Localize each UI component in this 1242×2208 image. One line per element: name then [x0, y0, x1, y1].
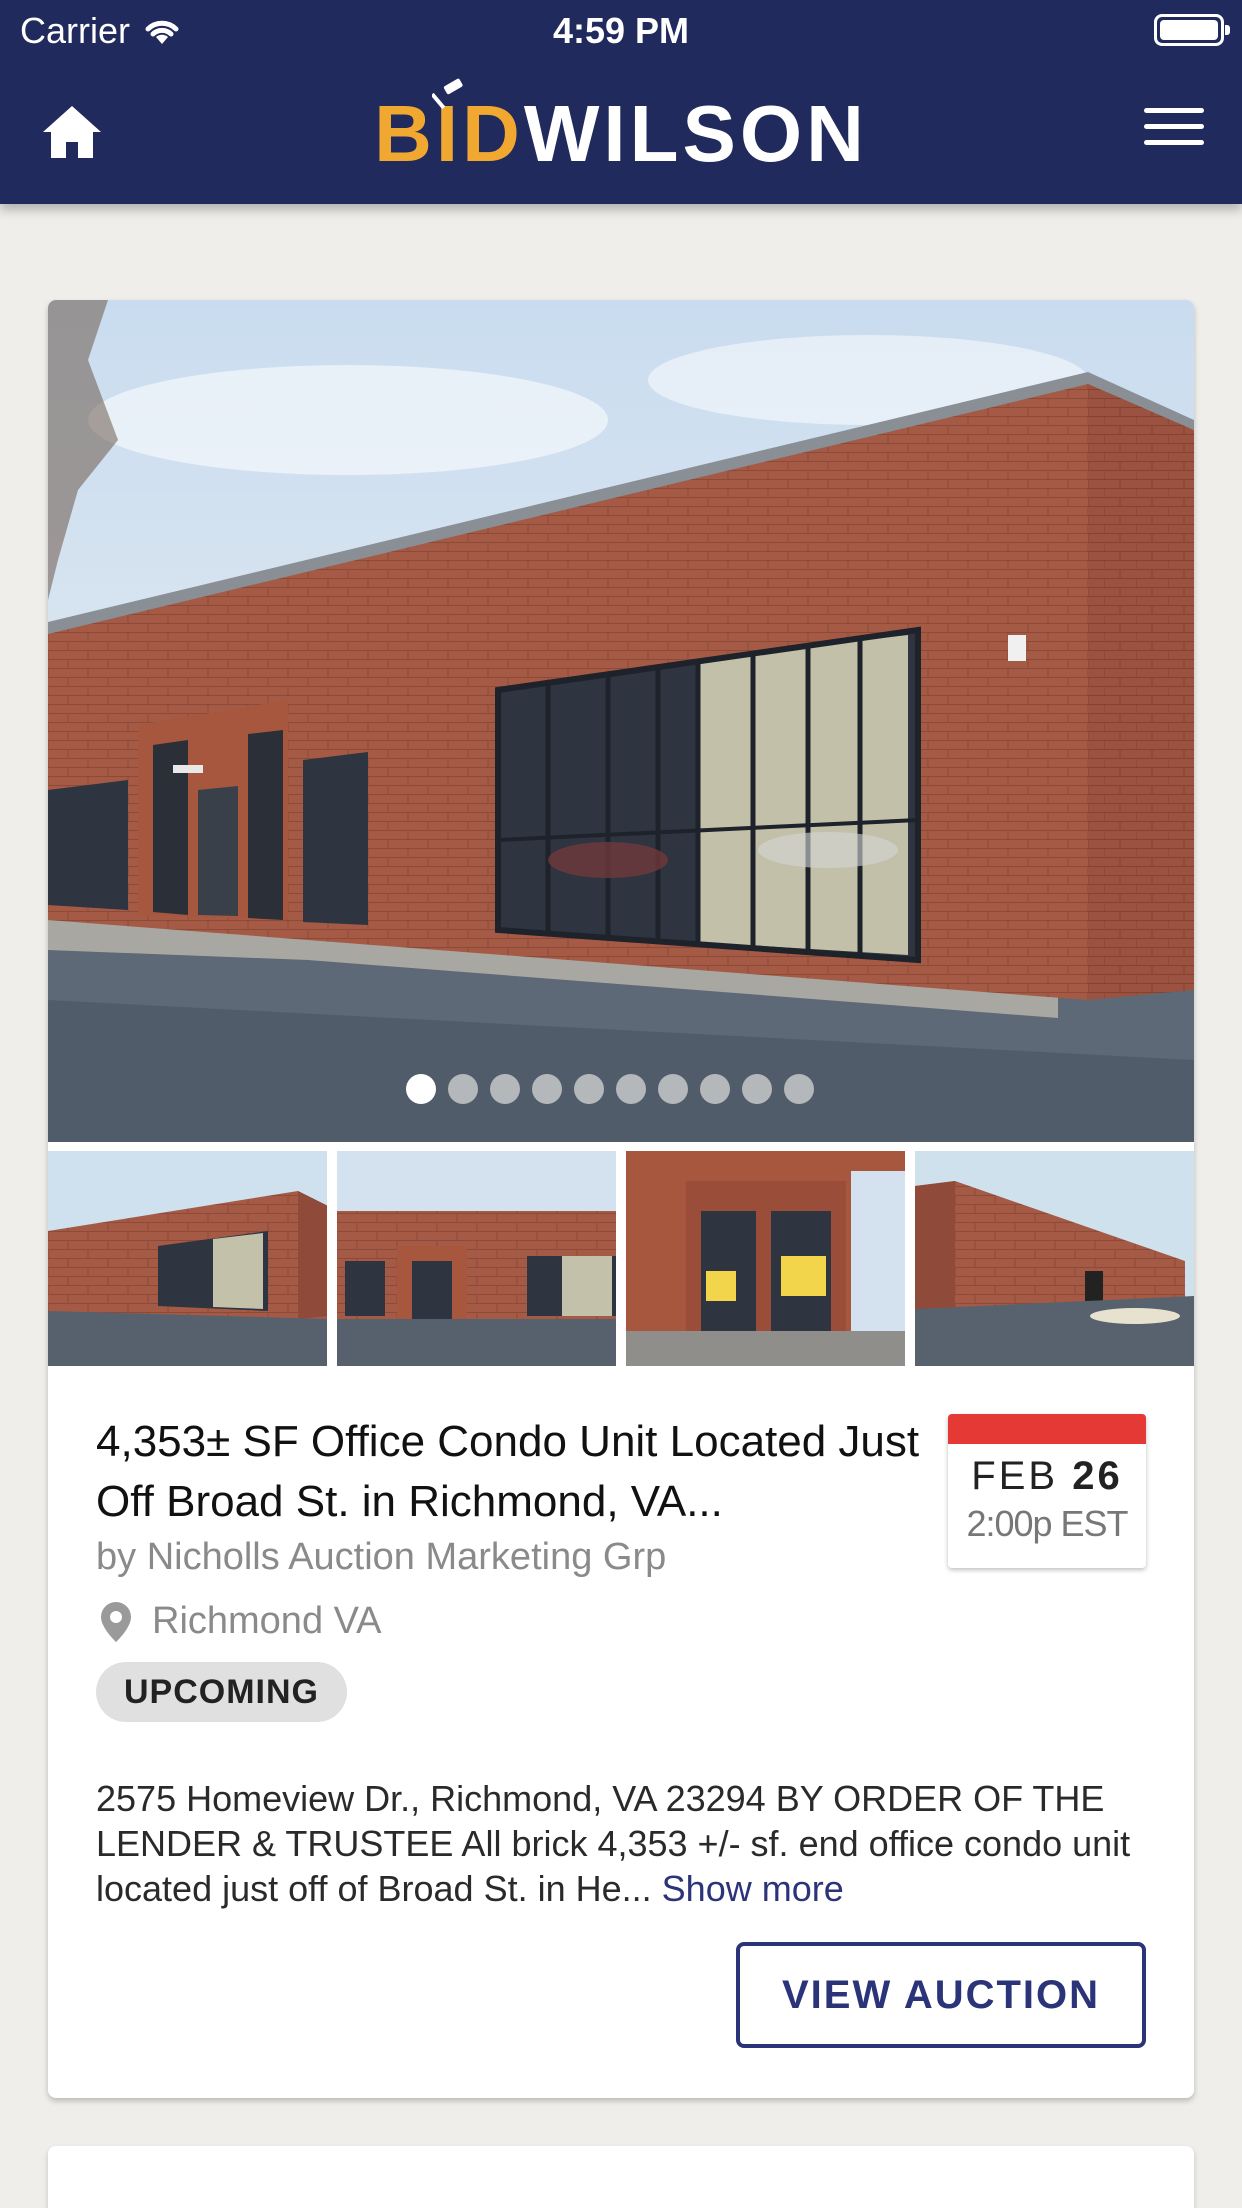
- status-time: 4:59 PM: [552, 10, 690, 51]
- carousel-dot[interactable]: [700, 1074, 730, 1104]
- gavel-icon: [432, 78, 463, 110]
- next-auction-card[interactable]: [48, 2146, 1194, 2208]
- thumbnail-3[interactable]: [626, 1151, 905, 1366]
- listing-description: 2575 Homeview Dr., Richmond, VA 23294 BY…: [96, 1776, 1156, 1911]
- date-time: 2:00p EST: [966, 1503, 1128, 1544]
- carousel-dot[interactable]: [532, 1074, 562, 1104]
- carousel-dot[interactable]: [742, 1074, 772, 1104]
- hamburger-menu-icon: [1144, 108, 1204, 113]
- menu-button[interactable]: [1144, 108, 1204, 156]
- thumbnail-2[interactable]: [337, 1151, 616, 1366]
- thumbnail-strip: [48, 1151, 1194, 1366]
- carousel-dot[interactable]: [658, 1074, 688, 1104]
- auction-card: 4,353± SF Office Condo Unit Located Just…: [48, 300, 1194, 2098]
- description-text: 2575 Homeview Dr., Richmond, VA 23294 BY…: [96, 1778, 1131, 1909]
- listing-location: Richmond VA: [96, 1600, 382, 1643]
- logo-wilson-text: WILSON: [523, 89, 868, 178]
- carousel-dots: [48, 1074, 1183, 1104]
- carousel-dot[interactable]: [616, 1074, 646, 1104]
- show-more-link[interactable]: Show more: [662, 1868, 844, 1909]
- carousel-dot[interactable]: [574, 1074, 604, 1104]
- location-pin-icon: [101, 1601, 131, 1642]
- view-auction-button[interactable]: VIEW AUCTION: [736, 1942, 1146, 2048]
- auction-date-badge: FEB 26 2:00p EST: [948, 1414, 1146, 1568]
- status-badge: UPCOMING: [96, 1662, 347, 1722]
- thumbnail-4[interactable]: [915, 1151, 1194, 1366]
- carousel-dot[interactable]: [448, 1074, 478, 1104]
- carousel-dot[interactable]: [784, 1074, 814, 1104]
- date-month: FEB: [971, 1454, 1059, 1498]
- carousel-dot[interactable]: [490, 1074, 520, 1104]
- location-text: Richmond VA: [152, 1600, 382, 1642]
- hero-image[interactable]: [48, 300, 1194, 1142]
- date-header-bar: [948, 1414, 1146, 1444]
- app-header: Carrier 4:59 PM BIDWILSON: [0, 0, 1242, 204]
- building-photo: [48, 300, 1194, 1142]
- listing-title[interactable]: 4,353± SF Office Condo Unit Located Just…: [96, 1412, 956, 1532]
- thumbnail-1[interactable]: [48, 1151, 327, 1366]
- carousel-dot[interactable]: [406, 1074, 436, 1104]
- listing-auctioneer: by Nicholls Auction Marketing Grp: [96, 1536, 667, 1578]
- bidwilson-logo[interactable]: BIDWILSON: [0, 78, 1242, 180]
- date-day: 26: [1072, 1454, 1123, 1498]
- battery-icon: [1154, 14, 1230, 46]
